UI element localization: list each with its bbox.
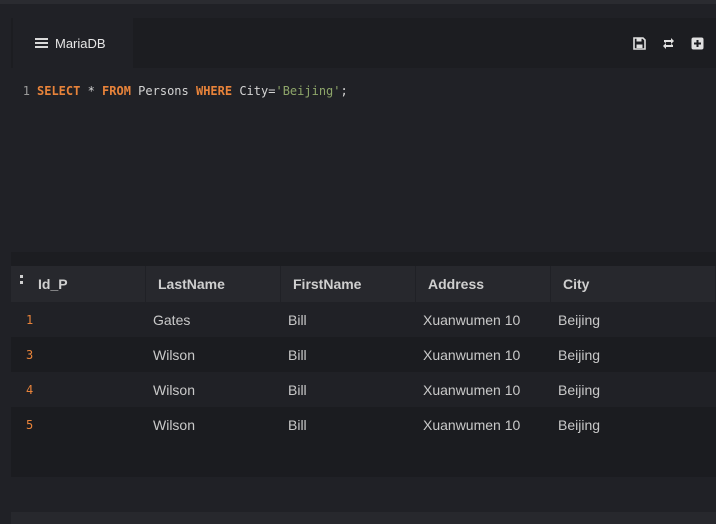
cell-address: Xuanwumen 10 — [423, 311, 521, 328]
cell-id: 3 — [26, 347, 34, 362]
add-icon[interactable] — [690, 36, 704, 50]
cell-address: Xuanwumen 10 — [423, 381, 521, 398]
cell-lastname: Gates — [153, 311, 191, 328]
grid-footer — [11, 512, 716, 524]
column-header-address[interactable]: Address — [416, 266, 551, 302]
column-header-lastname[interactable]: LastName — [146, 266, 281, 302]
string-literal: 'Beijing' — [275, 84, 341, 98]
save-icon[interactable] — [632, 36, 646, 50]
column-header-city[interactable]: City — [551, 266, 716, 302]
refresh-icon[interactable] — [661, 36, 675, 50]
editor-toolbar — [632, 18, 716, 68]
table-row[interactable]: 1 Gates Bill Xuanwumen 10 Beijing — [11, 302, 716, 337]
empty-row — [11, 477, 716, 512]
column-header-id-p[interactable]: Id_P — [11, 266, 146, 302]
cell-city: Beijing — [558, 416, 601, 433]
token-condition: City= — [232, 84, 276, 98]
token-table: Persons — [130, 84, 196, 98]
cell-address: Xuanwumen 10 — [423, 346, 521, 363]
sql-editor[interactable]: 1 SELECT * FROM Persons WHERE City= 'Beij… — [11, 68, 716, 252]
cell-city: Beijing — [558, 311, 601, 328]
table-row[interactable]: 4 Wilson Bill Xuanwumen 10 Beijing — [11, 372, 716, 407]
window-top-strip — [0, 0, 716, 4]
cell-lastname: Wilson — [153, 346, 196, 363]
cell-address: Xuanwumen 10 — [423, 416, 521, 433]
empty-row — [11, 442, 716, 477]
cell-city: Beijing — [558, 381, 601, 398]
cell-id: 4 — [26, 382, 34, 397]
column-header-firstname[interactable]: FirstName — [281, 266, 416, 302]
panel-divider[interactable] — [11, 252, 716, 266]
cell-firstname: Bill — [288, 381, 307, 398]
cell-firstname: Bill — [288, 311, 307, 328]
cell-firstname: Bill — [288, 416, 307, 433]
cell-lastname: Wilson — [153, 416, 196, 433]
cell-lastname: Wilson — [153, 381, 196, 398]
cell-id: 1 — [26, 312, 34, 327]
cell-id: 5 — [26, 417, 34, 432]
line-number: 1 — [22, 84, 30, 98]
keyword-from: FROM — [102, 84, 131, 98]
token-semicolon: ; — [340, 84, 348, 98]
tab-mariadb[interactable]: MariaDB — [13, 18, 133, 68]
database-icon — [35, 38, 48, 48]
tab-bar: MariaDB — [11, 18, 716, 68]
grid-header: Id_P LastName FirstName Address City — [11, 266, 716, 302]
results-grid: Id_P LastName FirstName Address City 1 G… — [11, 266, 716, 524]
token-star: * — [80, 84, 103, 98]
keyword-select: SELECT — [37, 84, 81, 98]
row-marker-icon[interactable] — [20, 275, 24, 284]
code-line-1: 1 SELECT * FROM Persons WHERE City= 'Beij… — [11, 83, 348, 99]
tab-label: MariaDB — [55, 35, 106, 51]
table-row[interactable]: 3 Wilson Bill Xuanwumen 10 Beijing — [11, 337, 716, 372]
cell-city: Beijing — [558, 346, 601, 363]
cell-firstname: Bill — [288, 346, 307, 363]
table-row[interactable]: 5 Wilson Bill Xuanwumen 10 Beijing — [11, 407, 716, 442]
keyword-where: WHERE — [195, 84, 233, 98]
